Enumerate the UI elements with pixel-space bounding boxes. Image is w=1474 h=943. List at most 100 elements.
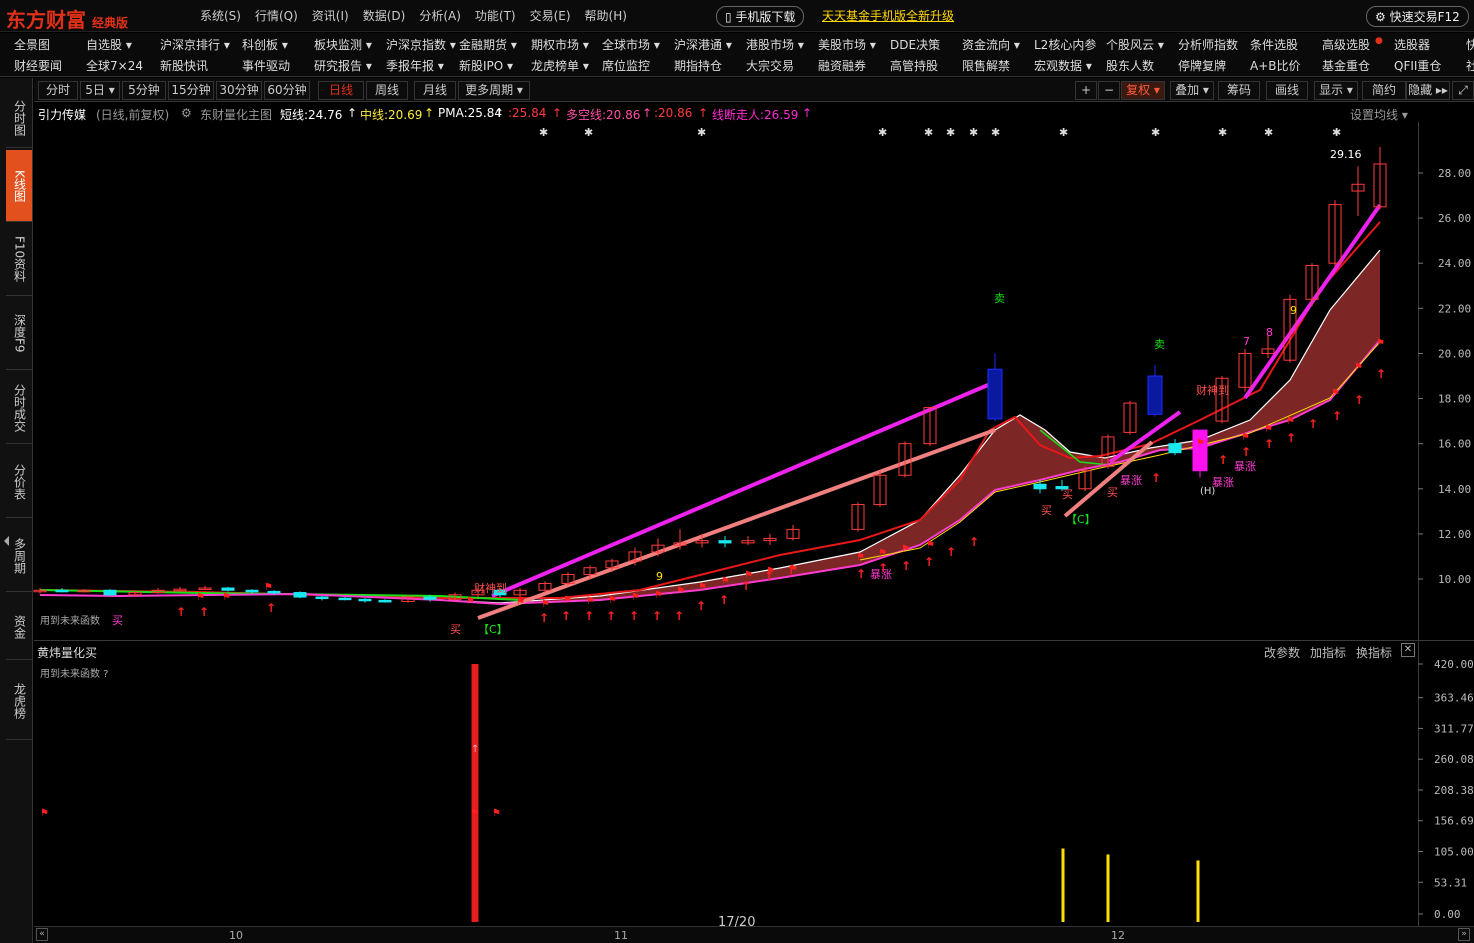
price-tick-label: 24.00 bbox=[1438, 257, 1471, 270]
indicator-tick-label: 156.69 bbox=[1434, 815, 1474, 828]
surge-label: 暴涨 bbox=[1120, 474, 1142, 487]
candle-body bbox=[1192, 429, 1208, 472]
buy-arrow-icon: ↑ bbox=[606, 609, 616, 623]
high-price-label: 29.16 bbox=[1330, 148, 1362, 161]
signal-flag-icon: ⚑ bbox=[1196, 438, 1205, 449]
count-label: 8 bbox=[1266, 326, 1273, 339]
buy-arrow-icon: ↑ bbox=[901, 559, 911, 573]
change-params-button[interactable]: 改参数 bbox=[1264, 644, 1300, 661]
signal-flag-icon: ⚑ bbox=[631, 592, 640, 603]
signal-flag-icon: ⚑ bbox=[196, 592, 205, 603]
buy-arrow-icon: ↑ bbox=[719, 593, 729, 607]
signal-flag-icon: ⚑ bbox=[541, 599, 550, 610]
buy-arrow-icon: ↑ bbox=[674, 609, 684, 623]
buy-arrow-icon: ↑ bbox=[176, 605, 186, 619]
buy-arrow-icon: ↑ bbox=[696, 599, 706, 613]
signal-flag-icon: ⚑ bbox=[516, 597, 525, 608]
close-indicator-icon[interactable]: ✕ bbox=[1401, 643, 1415, 657]
count-label: 9 bbox=[1290, 304, 1297, 317]
candle-body bbox=[221, 587, 235, 591]
lower-indicator-header: 黄炜量化买 改参数 加指标 换指标 ✕ bbox=[34, 643, 1418, 661]
buy-arrow-icon: ↑ bbox=[946, 545, 956, 559]
buy-arrow-icon: ↑ bbox=[629, 609, 639, 623]
indicator-tick-label: 208.38 bbox=[1434, 784, 1474, 797]
indicator-tick-label: 105.00 bbox=[1434, 846, 1474, 859]
buy-label: 买 bbox=[1041, 504, 1052, 517]
buy-label: 买 bbox=[112, 614, 123, 627]
count-label: 7 bbox=[1243, 335, 1250, 348]
signal-flag-icon: ⚑ bbox=[926, 540, 935, 551]
page-indicator: 17/20 bbox=[718, 915, 756, 930]
candle-body bbox=[718, 540, 732, 544]
trend-band bbox=[40, 250, 1380, 604]
price-tick-label: 28.00 bbox=[1438, 167, 1471, 180]
indicator-bar bbox=[1196, 860, 1200, 922]
indicator-tick-label: 363.46 bbox=[1434, 692, 1474, 705]
signal-star-icon: ✱ bbox=[878, 126, 887, 139]
signal-flag-icon: ⚑ bbox=[264, 582, 273, 593]
signal-flag-icon: ⚑ bbox=[1354, 362, 1363, 373]
signal-star-icon: ✱ bbox=[1332, 126, 1341, 139]
add-indicator-button[interactable]: 加指标 bbox=[1310, 644, 1346, 661]
caishen-label: 财神到 bbox=[474, 581, 507, 595]
count-label: 9 bbox=[656, 570, 663, 583]
candle-body bbox=[245, 589, 259, 593]
future-function-note: 用到未来函数 bbox=[40, 614, 100, 627]
sell-label: 卖 bbox=[1154, 338, 1165, 351]
sell-label: 卖 bbox=[994, 292, 1005, 305]
short-line bbox=[39, 249, 1381, 604]
signal-flag-icon: ⚑ bbox=[1331, 388, 1340, 399]
indicator-tick-label: 0.00 bbox=[1434, 908, 1461, 921]
indicator-tick-label: 420.00 bbox=[1434, 658, 1474, 671]
switch-indicator-button[interactable]: 换指标 bbox=[1356, 644, 1392, 661]
buy-arrow-icon: ↑ bbox=[856, 567, 866, 581]
signal-star-icon: ✱ bbox=[1264, 126, 1273, 139]
scroll-right-icon[interactable]: » bbox=[1458, 928, 1470, 941]
buy-arrow-icon: ↑ bbox=[471, 744, 479, 755]
caishen-label: 财神到 bbox=[1196, 383, 1229, 397]
signal-star-icon: ✱ bbox=[969, 126, 978, 139]
signal-flag-icon: ⚑ bbox=[676, 586, 685, 597]
scroll-left-icon[interactable]: « bbox=[36, 928, 48, 941]
signal-flag-icon: ⚑ bbox=[1241, 432, 1250, 443]
candle-body bbox=[338, 597, 352, 601]
signal-flag-icon: ⚑ bbox=[1264, 424, 1273, 435]
buy-arrow-icon: ↑ bbox=[741, 579, 751, 593]
indicator-bar bbox=[471, 664, 479, 922]
signal-star-icon: ✱ bbox=[1059, 126, 1068, 139]
candle-body bbox=[315, 596, 329, 600]
price-tick-label: 16.00 bbox=[1438, 438, 1471, 451]
buy-arrow-icon: ↑ bbox=[1241, 445, 1251, 459]
buy-arrow-icon: ↑ bbox=[266, 601, 276, 615]
signal-flag-icon: ⚑ bbox=[492, 808, 501, 819]
kline-chart[interactable]: 28.00 26.00 24.00 22.00 20.00 18.00 16.00 14.00… bbox=[0, 0, 1474, 943]
signal-star-icon: ✱ bbox=[1218, 126, 1227, 139]
buy-arrow-icon: ↑ bbox=[1354, 393, 1364, 407]
candle-body bbox=[987, 368, 1003, 420]
candle-body bbox=[423, 596, 437, 600]
buy-arrow-icon: ↑ bbox=[584, 609, 594, 623]
signal-flag-icon: ⚑ bbox=[1376, 338, 1385, 349]
signal-star-icon: ✱ bbox=[946, 126, 955, 139]
lower-indicator-title[interactable]: 黄炜量化买 bbox=[37, 644, 97, 661]
month-label: 11 bbox=[614, 929, 628, 942]
buy-arrow-icon: ↑ bbox=[1264, 437, 1274, 451]
signal-star-icon: ✱ bbox=[697, 126, 706, 139]
surge-label: 暴涨 bbox=[1234, 460, 1256, 473]
buy-arrow-icon: ↑ bbox=[1376, 367, 1386, 381]
signal-star-icon: ✱ bbox=[1151, 126, 1160, 139]
buy-arrow-icon: ↑ bbox=[924, 555, 934, 569]
signal-star-icon: ✱ bbox=[991, 126, 1000, 139]
buy-arrow-icon: ↑ bbox=[652, 609, 662, 623]
signal-flag-icon: ⚑ bbox=[766, 566, 775, 577]
price-tick-label: 22.00 bbox=[1438, 302, 1471, 315]
signal-flag-icon: ⚑ bbox=[608, 595, 617, 606]
signal-flag-icon: ⚑ bbox=[563, 595, 572, 606]
price-tick-label: 20.00 bbox=[1438, 347, 1471, 360]
buy-arrow-icon: ↑ bbox=[1286, 431, 1296, 445]
signal-star-icon: ✱ bbox=[924, 126, 933, 139]
pma-line bbox=[39, 221, 1381, 599]
signal-flag-icon: ⚑ bbox=[744, 570, 753, 581]
buy-arrow-icon: ↑ bbox=[539, 611, 549, 625]
future-function-note: 用到未来函数 ? bbox=[40, 667, 109, 680]
